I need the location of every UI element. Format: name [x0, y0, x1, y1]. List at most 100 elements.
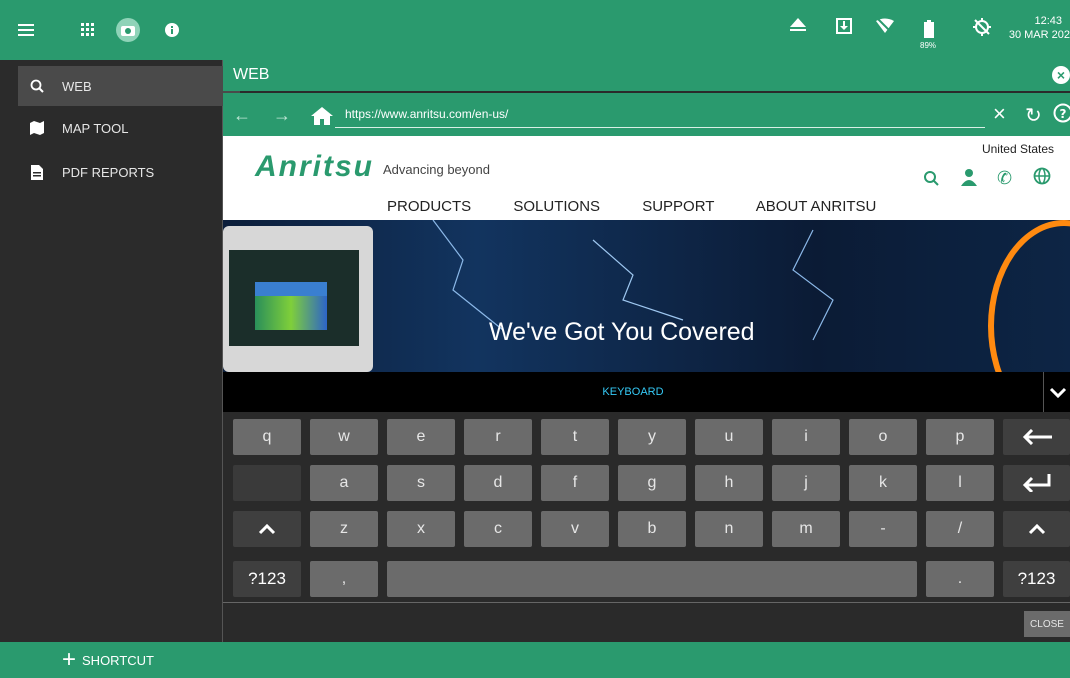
web-page-view[interactable]: Anritsu Advancing beyond United States ✆…	[223, 136, 1070, 372]
web-panel-title: WEB	[233, 66, 270, 83]
key-l[interactable]: l	[926, 465, 994, 501]
map-icon	[26, 121, 48, 135]
key-e[interactable]: e	[387, 419, 455, 455]
key-v[interactable]: v	[541, 511, 609, 547]
key-j[interactable]: j	[772, 465, 840, 501]
key-slash[interactable]: /	[926, 511, 994, 547]
key-r[interactable]: r	[464, 419, 532, 455]
forward-arrow-icon[interactable]: →	[273, 105, 291, 126]
info-icon[interactable]	[160, 18, 184, 42]
nav-link-products[interactable]: PRODUCTS	[387, 198, 471, 215]
sidebar-item-label: PDF REPORTS	[62, 164, 155, 180]
keyboard-title: KEYBOARD	[602, 386, 664, 398]
plus-icon: +	[62, 646, 77, 673]
hero-banner[interactable]: We've Got You Covered	[223, 220, 1070, 372]
key-i[interactable]: i	[772, 419, 840, 455]
keyboard-header: KEYBOARD	[223, 372, 1043, 414]
backspace-key[interactable]	[1003, 419, 1070, 455]
close-panel-icon[interactable]: ×	[1052, 66, 1070, 84]
globe-icon[interactable]	[1033, 167, 1051, 190]
web-panel-header: WEB ×	[223, 60, 1070, 91]
back-arrow-icon[interactable]: ←	[233, 105, 251, 126]
key-b[interactable]: b	[618, 511, 686, 547]
chevron-down-icon[interactable]	[1043, 372, 1070, 412]
sidebar-item-web[interactable]: WEB	[18, 66, 240, 106]
key-n[interactable]: n	[695, 511, 763, 547]
enter-key[interactable]	[1003, 465, 1070, 501]
country-selector[interactable]: United States	[982, 142, 1054, 156]
key-z[interactable]: z	[310, 511, 378, 547]
symbols-right-key[interactable]: ?123	[1003, 561, 1070, 597]
battery-icon	[924, 20, 934, 43]
anritsu-logo[interactable]: Anritsu	[255, 150, 374, 184]
key-k[interactable]: k	[849, 465, 917, 501]
key-period[interactable]: .	[926, 561, 994, 597]
key-c[interactable]: c	[464, 511, 532, 547]
url-bar: ← → https://www.anritsu.com/en-us/ × ↻ ?	[223, 93, 1070, 136]
add-shortcut-button[interactable]: + SHORTCUT	[62, 646, 154, 673]
key-hyphen[interactable]: -	[849, 511, 917, 547]
hero-orange-arc	[988, 220, 1070, 372]
key-comma[interactable]: ,	[310, 561, 378, 597]
nav-link-support[interactable]: SUPPORT	[642, 198, 714, 215]
key-q[interactable]: q	[233, 419, 301, 455]
sidebar-item-label: MAP TOOL	[62, 120, 129, 136]
symbols-left-key[interactable]: ?123	[233, 561, 301, 597]
key-y[interactable]: y	[618, 419, 686, 455]
key-spacer-left	[233, 465, 301, 501]
backspace-arrow-icon	[1022, 429, 1052, 445]
shift-left-key[interactable]	[233, 511, 301, 547]
shift-up-icon	[258, 523, 276, 535]
key-f[interactable]: f	[541, 465, 609, 501]
analyzer-device-image	[223, 226, 373, 372]
globe-search-icon	[26, 79, 48, 93]
wifi-off-icon	[876, 18, 894, 39]
clear-url-icon[interactable]: ×	[993, 101, 1006, 127]
sidebar-item-map-tool[interactable]: MAP TOOL	[18, 108, 240, 148]
sidebar-item-label: WEB	[62, 78, 92, 94]
device-screen-image	[229, 250, 359, 346]
reload-icon[interactable]: ↻	[1025, 103, 1042, 128]
key-g[interactable]: g	[618, 465, 686, 501]
enter-arrow-icon	[1022, 474, 1050, 492]
key-o[interactable]: o	[849, 419, 917, 455]
key-m[interactable]: m	[772, 511, 840, 547]
key-s[interactable]: s	[387, 465, 455, 501]
shift-right-key[interactable]	[1003, 511, 1070, 547]
keyboard-divider	[223, 602, 1070, 603]
battery-percent: 89%	[920, 41, 937, 50]
camera-icon[interactable]	[116, 18, 140, 42]
nav-link-about[interactable]: ABOUT ANRITSU	[756, 198, 877, 215]
user-icon[interactable]	[961, 168, 977, 191]
site-search-icon[interactable]	[923, 170, 939, 191]
key-p[interactable]: p	[926, 419, 994, 455]
home-icon[interactable]	[311, 107, 333, 130]
key-u[interactable]: u	[695, 419, 763, 455]
key-h[interactable]: h	[695, 465, 763, 501]
url-input[interactable]: https://www.anritsu.com/en-us/	[345, 107, 508, 121]
menu-icon[interactable]	[14, 18, 38, 42]
document-icon	[26, 164, 48, 180]
key-w[interactable]: w	[310, 419, 378, 455]
download-box-icon	[836, 18, 852, 39]
key-t[interactable]: t	[541, 419, 609, 455]
url-underline	[335, 127, 985, 128]
sidebar-item-pdf-reports[interactable]: PDF REPORTS	[18, 152, 240, 192]
bottom-bar: + SHORTCUT	[0, 642, 1070, 678]
phone-icon[interactable]: ✆	[997, 168, 1012, 189]
clock: 12:43 30 MAR 202	[1004, 14, 1070, 42]
help-icon[interactable]: ?	[1053, 103, 1070, 128]
nav-link-solutions[interactable]: SOLUTIONS	[513, 198, 600, 215]
space-key[interactable]	[387, 561, 917, 597]
shift-up-icon	[1028, 523, 1045, 535]
keyboard-close-button[interactable]: CLOSE	[1024, 611, 1070, 637]
apps-grid-icon[interactable]	[76, 18, 100, 42]
site-nav: PRODUCTS SOLUTIONS SUPPORT ABOUT ANRITSU	[387, 198, 914, 215]
key-x[interactable]: x	[387, 511, 455, 547]
top-bar: 89% 12:43 30 MAR 202	[0, 0, 1070, 60]
key-a[interactable]: a	[310, 465, 378, 501]
hero-title: We've Got You Covered	[489, 318, 755, 346]
key-d[interactable]: d	[464, 465, 532, 501]
gps-off-icon	[973, 18, 991, 41]
svg-text:?: ?	[1060, 107, 1067, 121]
